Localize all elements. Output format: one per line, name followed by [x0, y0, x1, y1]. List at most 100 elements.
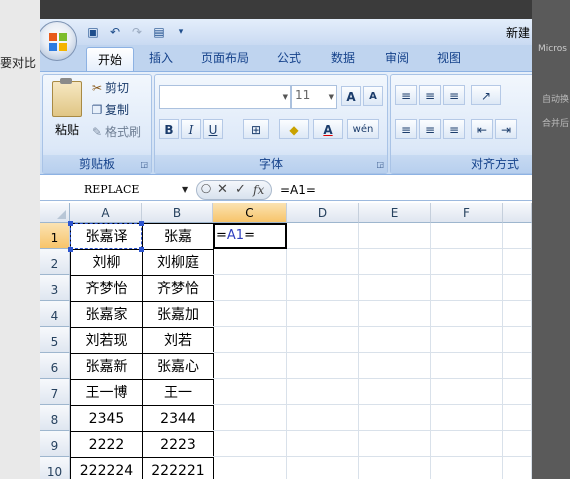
cell-a4[interactable]: 张嘉家 [70, 301, 143, 328]
cell-d3[interactable] [287, 275, 359, 301]
formula-input[interactable]: =A1= [280, 181, 316, 199]
cell-e8[interactable] [359, 405, 431, 431]
cell-a9[interactable]: 2222 [70, 431, 143, 458]
cell-e9[interactable] [359, 431, 431, 457]
cell-g6[interactable] [503, 353, 532, 379]
shrink-font-button[interactable]: A [363, 86, 383, 106]
dialog-launcher-icon[interactable]: ◲ [376, 160, 384, 169]
decrease-indent-button[interactable]: ⇤ [471, 119, 493, 139]
cell-g2[interactable] [503, 249, 532, 275]
cut-button[interactable]: ✂ 剪切 [89, 79, 129, 97]
cell-e4[interactable] [359, 301, 431, 327]
cell-d7[interactable] [287, 379, 359, 405]
cell-g8[interactable] [503, 405, 532, 431]
align-center-button[interactable]: ≡ [419, 119, 441, 139]
font-color-button[interactable]: A [313, 119, 343, 139]
dialog-launcher-icon[interactable]: ◲ [140, 160, 148, 169]
cell-g10[interactable] [503, 457, 532, 479]
save-icon[interactable]: ▣ [84, 23, 102, 41]
cell-f1[interactable] [431, 223, 503, 249]
tab-home[interactable]: 开始 [86, 47, 134, 73]
font-name-combo[interactable]: ▼ [159, 85, 291, 109]
row-header-2[interactable]: 2 [40, 249, 70, 275]
cell-b3[interactable]: 齐梦恰 [142, 275, 214, 302]
grow-font-button[interactable]: A [341, 86, 361, 106]
column-header-a[interactable]: A [70, 203, 142, 223]
cell-b6[interactable]: 张嘉心 [142, 353, 214, 380]
cell-d8[interactable] [287, 405, 359, 431]
bold-button[interactable]: B [159, 119, 179, 139]
range-handle[interactable] [68, 221, 73, 226]
cell-a2[interactable]: 刘柳 [70, 249, 143, 276]
cell-f6[interactable] [431, 353, 503, 379]
cell-e3[interactable] [359, 275, 431, 301]
cell-d10[interactable] [287, 457, 359, 479]
cell-c9[interactable] [213, 431, 287, 457]
column-header-e[interactable]: E [359, 203, 431, 223]
cell-e2[interactable] [359, 249, 431, 275]
row-header-8[interactable]: 8 [40, 405, 70, 431]
align-bottom-button[interactable]: ≡ [443, 85, 465, 105]
row-header-5[interactable]: 5 [40, 327, 70, 353]
phonetic-button[interactable]: wén [347, 119, 379, 139]
range-handle[interactable] [68, 247, 73, 252]
column-header-c[interactable]: C [213, 203, 287, 223]
cell-b10[interactable]: 222221 [142, 457, 214, 479]
column-header-d[interactable]: D [287, 203, 359, 223]
cell-c6[interactable] [213, 353, 287, 379]
cell-d5[interactable] [287, 327, 359, 353]
cell-g9[interactable] [503, 431, 532, 457]
italic-button[interactable]: I [181, 119, 201, 139]
cell-d1[interactable] [287, 223, 359, 249]
cell-f4[interactable] [431, 301, 503, 327]
redo-icon[interactable]: ↷ [128, 23, 146, 41]
align-right-button[interactable]: ≡ [443, 119, 465, 139]
cell-c10[interactable] [213, 457, 287, 479]
tab-formulas[interactable]: 公式 [266, 45, 312, 71]
orientation-button[interactable]: ↗ [471, 85, 501, 105]
cancel-icon[interactable]: ✕ [217, 182, 228, 197]
column-header-b[interactable]: B [142, 203, 213, 223]
cell-f5[interactable] [431, 327, 503, 353]
cell-f3[interactable] [431, 275, 503, 301]
select-all-button[interactable] [40, 203, 70, 223]
row-header-3[interactable]: 3 [40, 275, 70, 301]
cell-e7[interactable] [359, 379, 431, 405]
enter-icon[interactable]: ✓ [235, 182, 246, 197]
cell-f10[interactable] [431, 457, 503, 479]
cell-c2[interactable] [213, 249, 287, 275]
tab-data[interactable]: 数据 [320, 45, 366, 71]
cell-d2[interactable] [287, 249, 359, 275]
row-header-9[interactable]: 9 [40, 431, 70, 457]
cell-g1[interactable] [503, 223, 532, 249]
underline-button[interactable]: U [203, 119, 223, 139]
cell-f8[interactable] [431, 405, 503, 431]
cell-b5[interactable]: 刘若 [142, 327, 214, 354]
cell-d6[interactable] [287, 353, 359, 379]
cell-g5[interactable] [503, 327, 532, 353]
cell-a7[interactable]: 王一博 [70, 379, 143, 406]
cell-e1[interactable] [359, 223, 431, 249]
cell-c7[interactable] [213, 379, 287, 405]
cell-e5[interactable] [359, 327, 431, 353]
cell-a6[interactable]: 张嘉新 [70, 353, 143, 380]
cell-f2[interactable] [431, 249, 503, 275]
copy-button[interactable]: ❐ 复制 [89, 101, 129, 119]
align-left-button[interactable]: ≡ [395, 119, 417, 139]
borders-button[interactable]: ⊞ [243, 119, 269, 139]
insert-function-icon[interactable]: fx [253, 183, 264, 197]
cell-a5[interactable]: 刘若现 [70, 327, 143, 354]
cell-b7[interactable]: 王一 [142, 379, 214, 406]
cell-d4[interactable] [287, 301, 359, 327]
cell-b4[interactable]: 张嘉加 [142, 301, 214, 328]
cell-g3[interactable] [503, 275, 532, 301]
cell-a1[interactable]: 张嘉译 [70, 223, 143, 250]
paste-button[interactable]: 粘贴 [49, 78, 85, 138]
row-header-7[interactable]: 7 [40, 379, 70, 405]
name-box[interactable]: REPLACE [42, 181, 192, 199]
row-header-1[interactable]: 1 [40, 223, 70, 249]
cell-g7[interactable] [503, 379, 532, 405]
cell-f7[interactable] [431, 379, 503, 405]
cell-c3[interactable] [213, 275, 287, 301]
column-header-f[interactable]: F [431, 203, 503, 223]
